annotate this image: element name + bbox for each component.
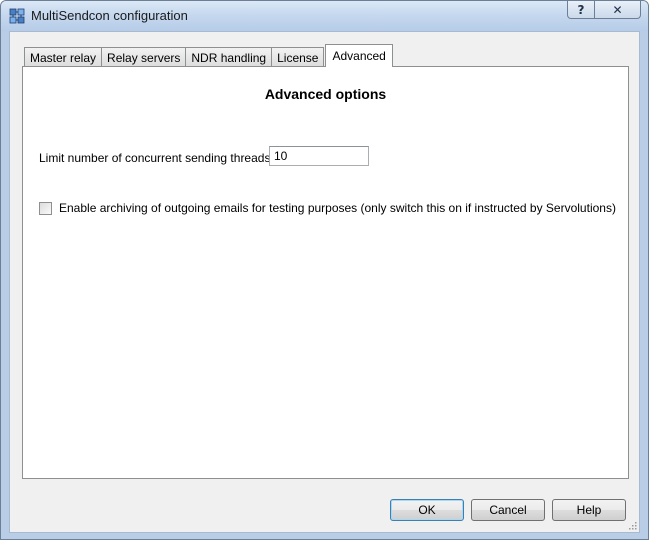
tab-relay-servers[interactable]: Relay servers bbox=[101, 47, 187, 67]
help-icon: ? bbox=[577, 2, 585, 17]
tab-strip: Master relay Relay servers NDR handling … bbox=[24, 44, 393, 67]
tab-ndr-handling[interactable]: NDR handling bbox=[185, 47, 273, 67]
cancel-button[interactable]: Cancel bbox=[471, 499, 545, 521]
ok-button[interactable]: OK bbox=[390, 499, 464, 521]
dialog-buttons: OK Cancel Help bbox=[10, 499, 639, 522]
title-bar[interactable]: MultiSendcon configuration ? ✕ bbox=[1, 1, 648, 31]
tab-advanced[interactable]: Advanced bbox=[325, 44, 393, 67]
caption-buttons: ? ✕ bbox=[567, 1, 641, 20]
archive-option-row[interactable]: Enable archiving of outgoing emails for … bbox=[39, 201, 616, 215]
tab-license[interactable]: License bbox=[271, 47, 325, 67]
close-caption-button[interactable]: ✕ bbox=[595, 1, 641, 19]
close-icon: ✕ bbox=[612, 2, 623, 17]
archive-checkbox[interactable] bbox=[39, 201, 52, 215]
help-caption-button[interactable]: ? bbox=[567, 1, 595, 19]
dialog-window: MultiSendcon configuration ? ✕ Master re… bbox=[0, 0, 649, 540]
archive-checkbox-label[interactable]: Enable archiving of outgoing emails for … bbox=[59, 201, 616, 215]
advanced-tab-panel: Advanced options Limit number of concurr… bbox=[22, 66, 629, 479]
tab-master-relay[interactable]: Master relay bbox=[24, 47, 103, 67]
threads-limit-input[interactable] bbox=[269, 146, 369, 166]
network-config-icon bbox=[9, 8, 25, 24]
help-button[interactable]: Help bbox=[552, 499, 626, 521]
threads-limit-label: Limit number of concurrent sending threa… bbox=[39, 151, 288, 165]
window-title: MultiSendcon configuration bbox=[31, 8, 188, 23]
dialog-client-area: Master relay Relay servers NDR handling … bbox=[9, 31, 640, 533]
page-title: Advanced options bbox=[264, 86, 387, 102]
resize-grip-icon[interactable] bbox=[627, 520, 637, 530]
